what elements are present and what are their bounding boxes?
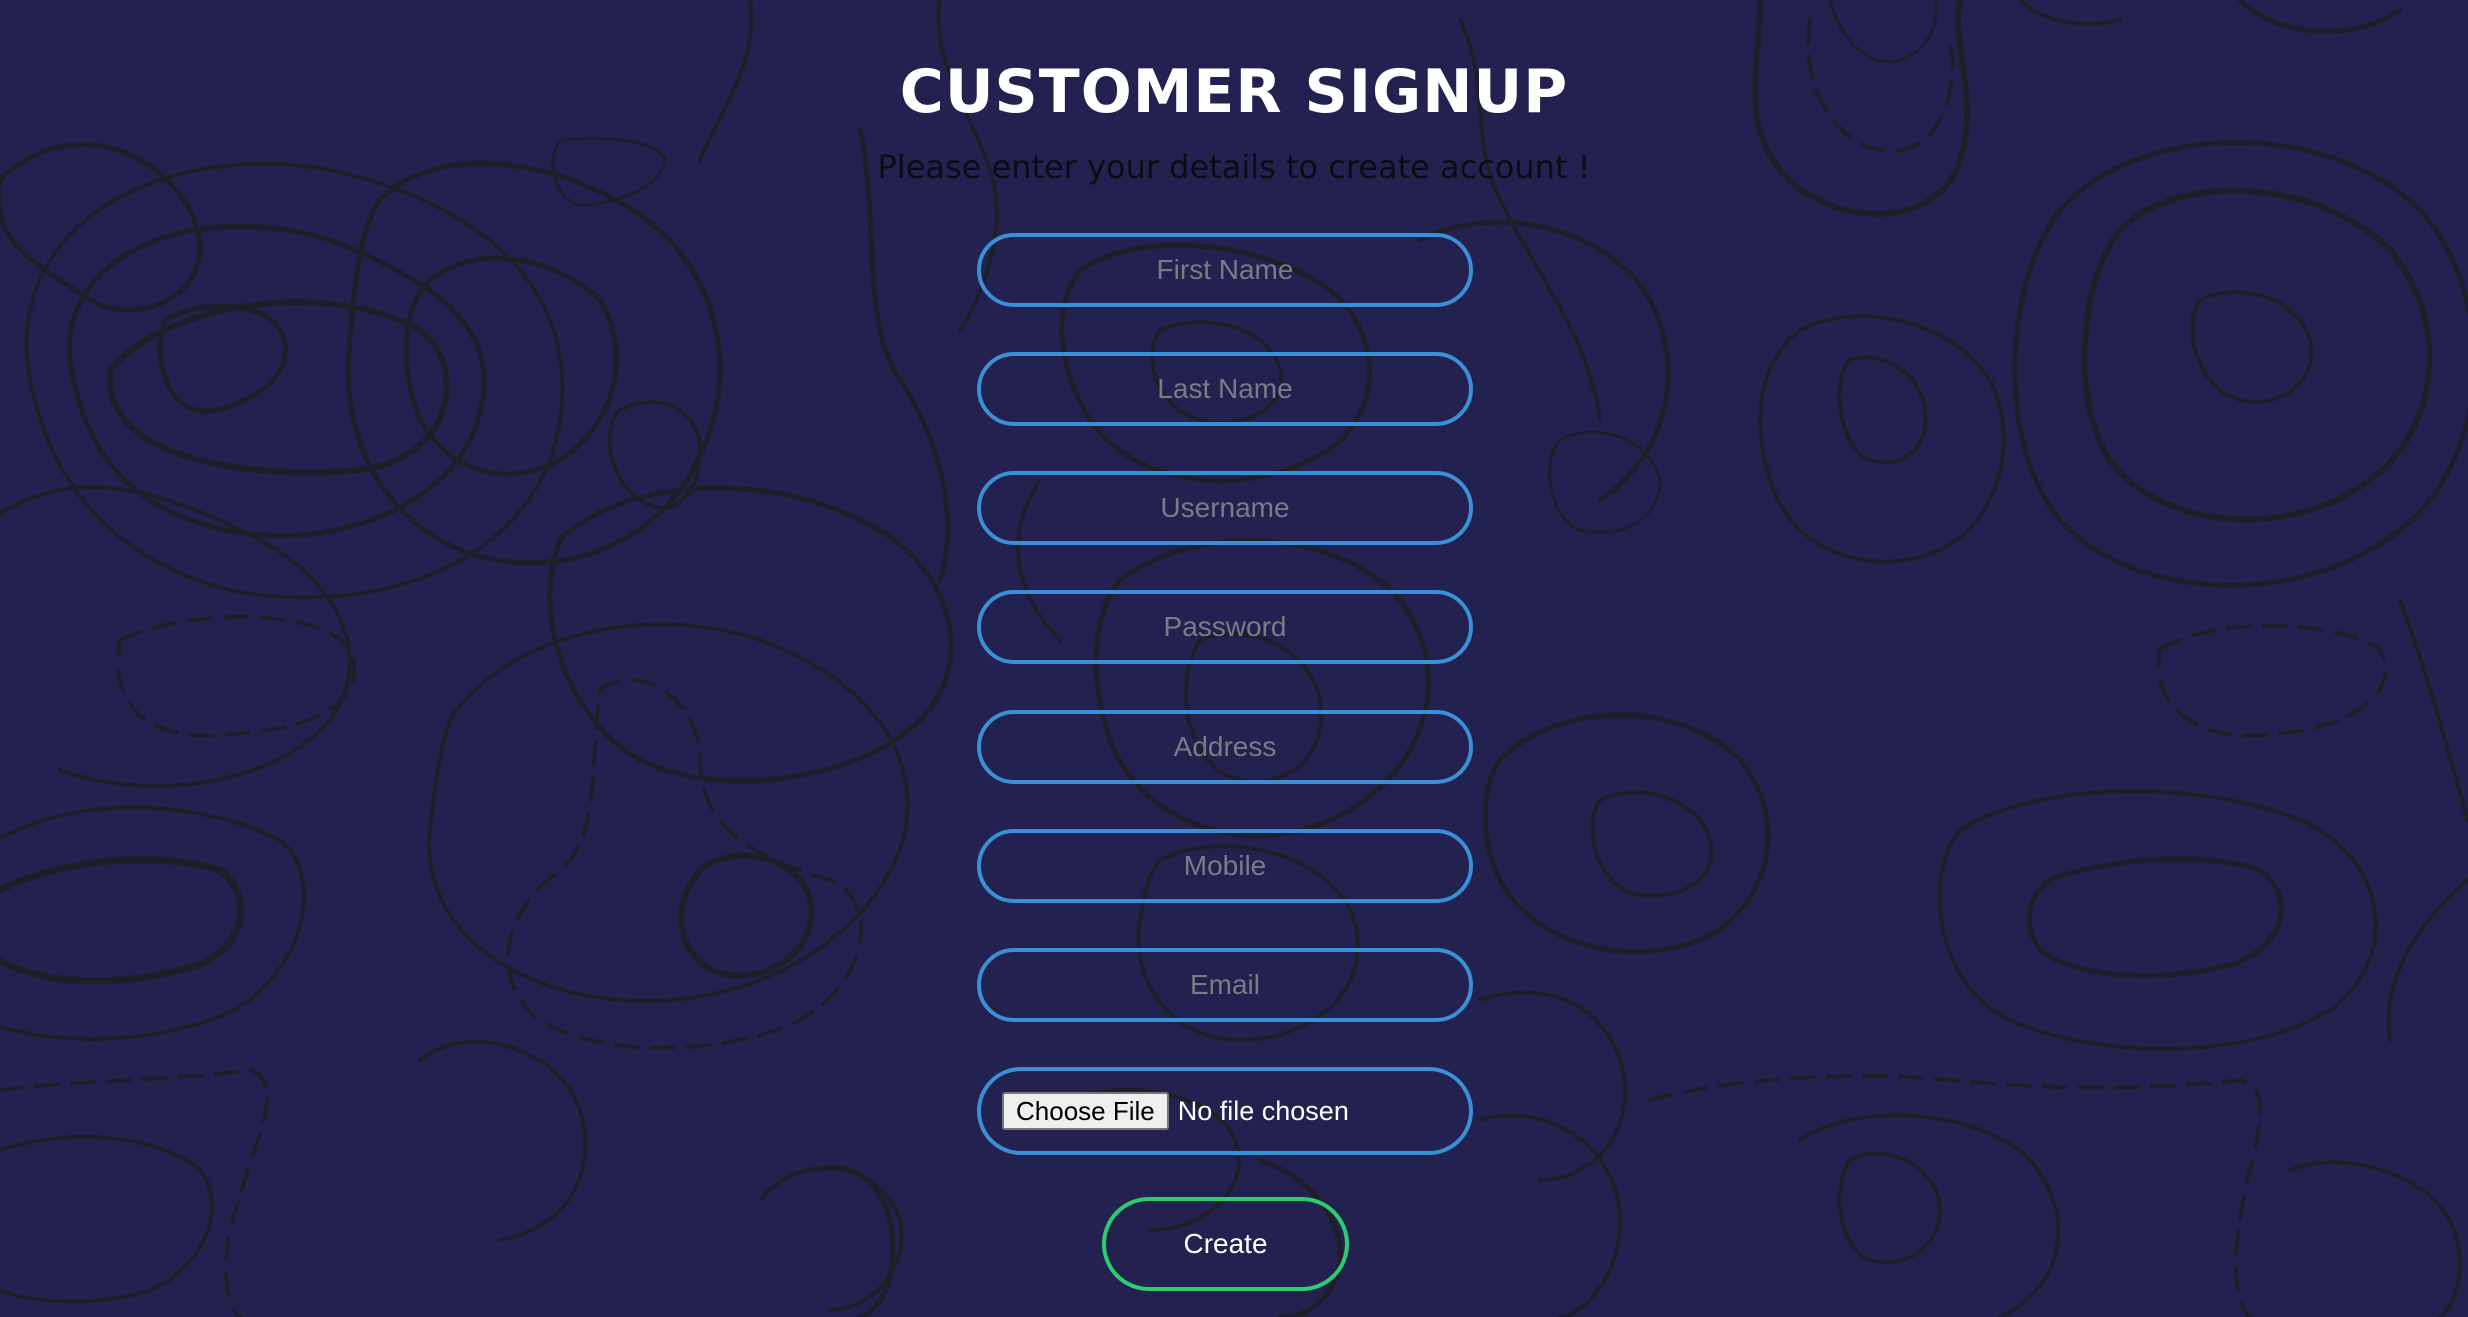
create-button[interactable]: Create [1102, 1197, 1349, 1291]
address-input[interactable] [977, 710, 1473, 784]
email-input[interactable] [977, 948, 1473, 1022]
mobile-input[interactable] [977, 829, 1473, 903]
page-title: CUSTOMER SIGNUP [899, 57, 1569, 127]
file-upload-field[interactable]: Choose File No file chosen [977, 1067, 1473, 1155]
username-input[interactable] [977, 471, 1473, 545]
signup-page: CUSTOMER SIGNUP Please enter your detail… [0, 0, 2468, 1317]
file-status-text: No file chosen [1177, 1095, 1349, 1126]
page-subtitle: Please enter your details to create acco… [877, 148, 1591, 186]
signup-form-container: CUSTOMER SIGNUP Please enter your detail… [0, 0, 2468, 1317]
first-name-input[interactable] [977, 233, 1473, 307]
choose-file-button[interactable]: Choose File [1002, 1092, 1169, 1130]
password-input[interactable] [977, 590, 1473, 664]
last-name-input[interactable] [977, 352, 1473, 426]
